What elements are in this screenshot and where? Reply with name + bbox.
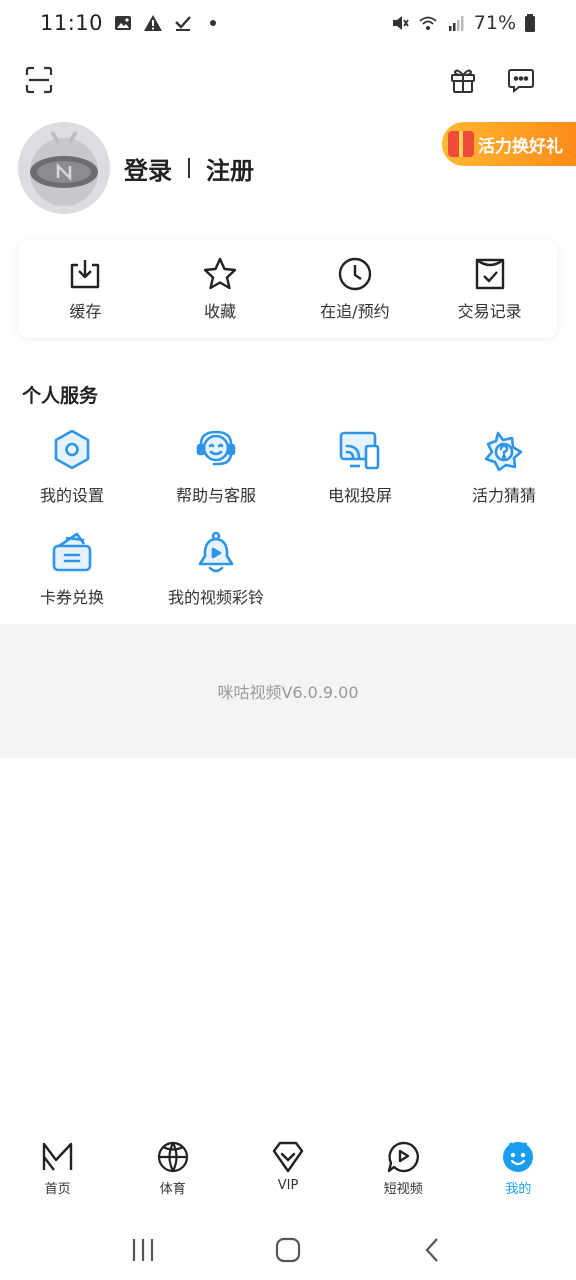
quick-item-favorites[interactable]: 收藏 [153, 240, 288, 338]
nav-label-mine: 我的 [505, 1182, 532, 1197]
register-link[interactable]: 注册 [206, 151, 254, 186]
login-separator [188, 158, 190, 178]
receipt-check-icon [475, 258, 504, 290]
promo-gift-icon [448, 131, 474, 157]
dot-icon [210, 20, 217, 26]
service-label-help: 帮助与客服 [175, 486, 256, 505]
quick-item-cache[interactable]: 缓存 [18, 240, 153, 338]
recent-apps-icon [132, 1239, 153, 1261]
version-band: 咪咕视频V6.0.9.00 [0, 624, 576, 758]
robot-avatar-icon [18, 122, 110, 214]
service-label-cast: 电视投屏 [327, 486, 392, 505]
battery-percent: 71% [473, 12, 516, 34]
nav-home[interactable]: 首页 [0, 1140, 115, 1210]
nav-vip[interactable]: VIP [230, 1140, 345, 1210]
coupon-wallet-icon [52, 532, 92, 572]
mascot-icon [503, 1142, 534, 1172]
vip-heart-icon [272, 1141, 304, 1173]
settings-hexagon-icon [54, 429, 90, 470]
promo-badge[interactable]: 活力换好礼 [442, 122, 576, 166]
login-register: 登录 注册 [124, 151, 254, 186]
section-title: 个人服务 [22, 385, 99, 407]
quick-item-transactions[interactable]: 交易记录 [422, 240, 557, 338]
login-link[interactable]: 登录 [124, 151, 172, 186]
cast-screen-icon [339, 431, 380, 470]
quick-label-transactions: 交易记录 [457, 302, 522, 321]
system-nav-bar [0, 1220, 576, 1280]
check-notification-icon [175, 16, 191, 31]
scan-icon [25, 66, 53, 94]
headset-icon [196, 430, 236, 466]
question-star-icon [484, 431, 523, 472]
nav-mine[interactable]: 我的 [461, 1140, 576, 1210]
promo-text: 活力换好礼 [478, 136, 563, 157]
service-label-coupon: 卡券兑换 [39, 588, 104, 607]
warning-icon [144, 15, 163, 31]
nav-label-home: 首页 [44, 1182, 71, 1197]
nav-label-vip: VIP [277, 1178, 299, 1193]
home-logo-icon [42, 1142, 72, 1171]
bottom-nav: 首页 体育 VIP 短视频 我的 [0, 1140, 576, 1210]
back-button[interactable] [413, 1230, 453, 1270]
nav-sports[interactable]: 体育 [115, 1140, 230, 1210]
back-chevron-icon [425, 1238, 439, 1262]
service-label-guess: 活力猜猜 [471, 486, 536, 505]
service-ringtone[interactable]: 我的视频彩铃 [144, 530, 288, 614]
home-circle-icon [275, 1237, 301, 1263]
service-guess[interactable]: 活力猜猜 [432, 428, 576, 512]
service-coupon[interactable]: 卡券兑换 [0, 530, 144, 614]
quick-label-following: 在追/预约 [320, 302, 390, 321]
clock-icon [338, 257, 372, 291]
services-grid: 我的设置 帮助与客服 电视投屏 活力猜猜 卡券兑换 我的视频彩铃 [0, 428, 576, 614]
message-icon [508, 69, 534, 94]
star-icon [203, 257, 237, 290]
status-time: 11:10 [40, 11, 104, 35]
service-label-ringtone: 我的视频彩铃 [167, 588, 264, 607]
quick-label-favorites: 收藏 [204, 302, 237, 321]
service-label-settings: 我的设置 [39, 486, 104, 505]
mute-icon [392, 16, 409, 30]
version-text: 咪咕视频V6.0.9.00 [217, 683, 359, 702]
status-bar: 11:10 71% [0, 0, 576, 46]
nav-short-video[interactable]: 短视频 [346, 1140, 461, 1210]
basketball-icon [157, 1141, 188, 1173]
nav-label-short-video: 短视频 [383, 1182, 423, 1197]
profile-section: 登录 注册 活力换好礼 [18, 120, 576, 216]
avatar[interactable] [18, 122, 110, 214]
message-button[interactable] [506, 65, 536, 95]
nav-label-sports: 体育 [159, 1182, 186, 1197]
service-cast[interactable]: 电视投屏 [288, 428, 432, 512]
service-settings[interactable]: 我的设置 [0, 428, 144, 512]
play-bubble-icon [388, 1141, 420, 1173]
wifi-icon [419, 16, 437, 30]
service-help[interactable]: 帮助与客服 [144, 428, 288, 512]
home-button[interactable] [268, 1230, 308, 1270]
quick-label-cache: 缓存 [69, 302, 102, 321]
battery-icon [525, 14, 535, 32]
signal-icon [448, 16, 464, 31]
scan-button[interactable] [24, 65, 54, 95]
top-action-row [24, 60, 536, 100]
gift-icon [451, 69, 475, 93]
image-notification-icon [115, 16, 132, 30]
quick-item-following[interactable]: 在追/预约 [288, 240, 423, 338]
bell-icon [198, 531, 234, 573]
download-icon [71, 260, 100, 289]
quick-actions-card: 缓存 收藏 在追/预约 交易记录 [18, 240, 557, 338]
gift-button[interactable] [448, 65, 478, 95]
recent-apps-button[interactable] [123, 1230, 163, 1270]
